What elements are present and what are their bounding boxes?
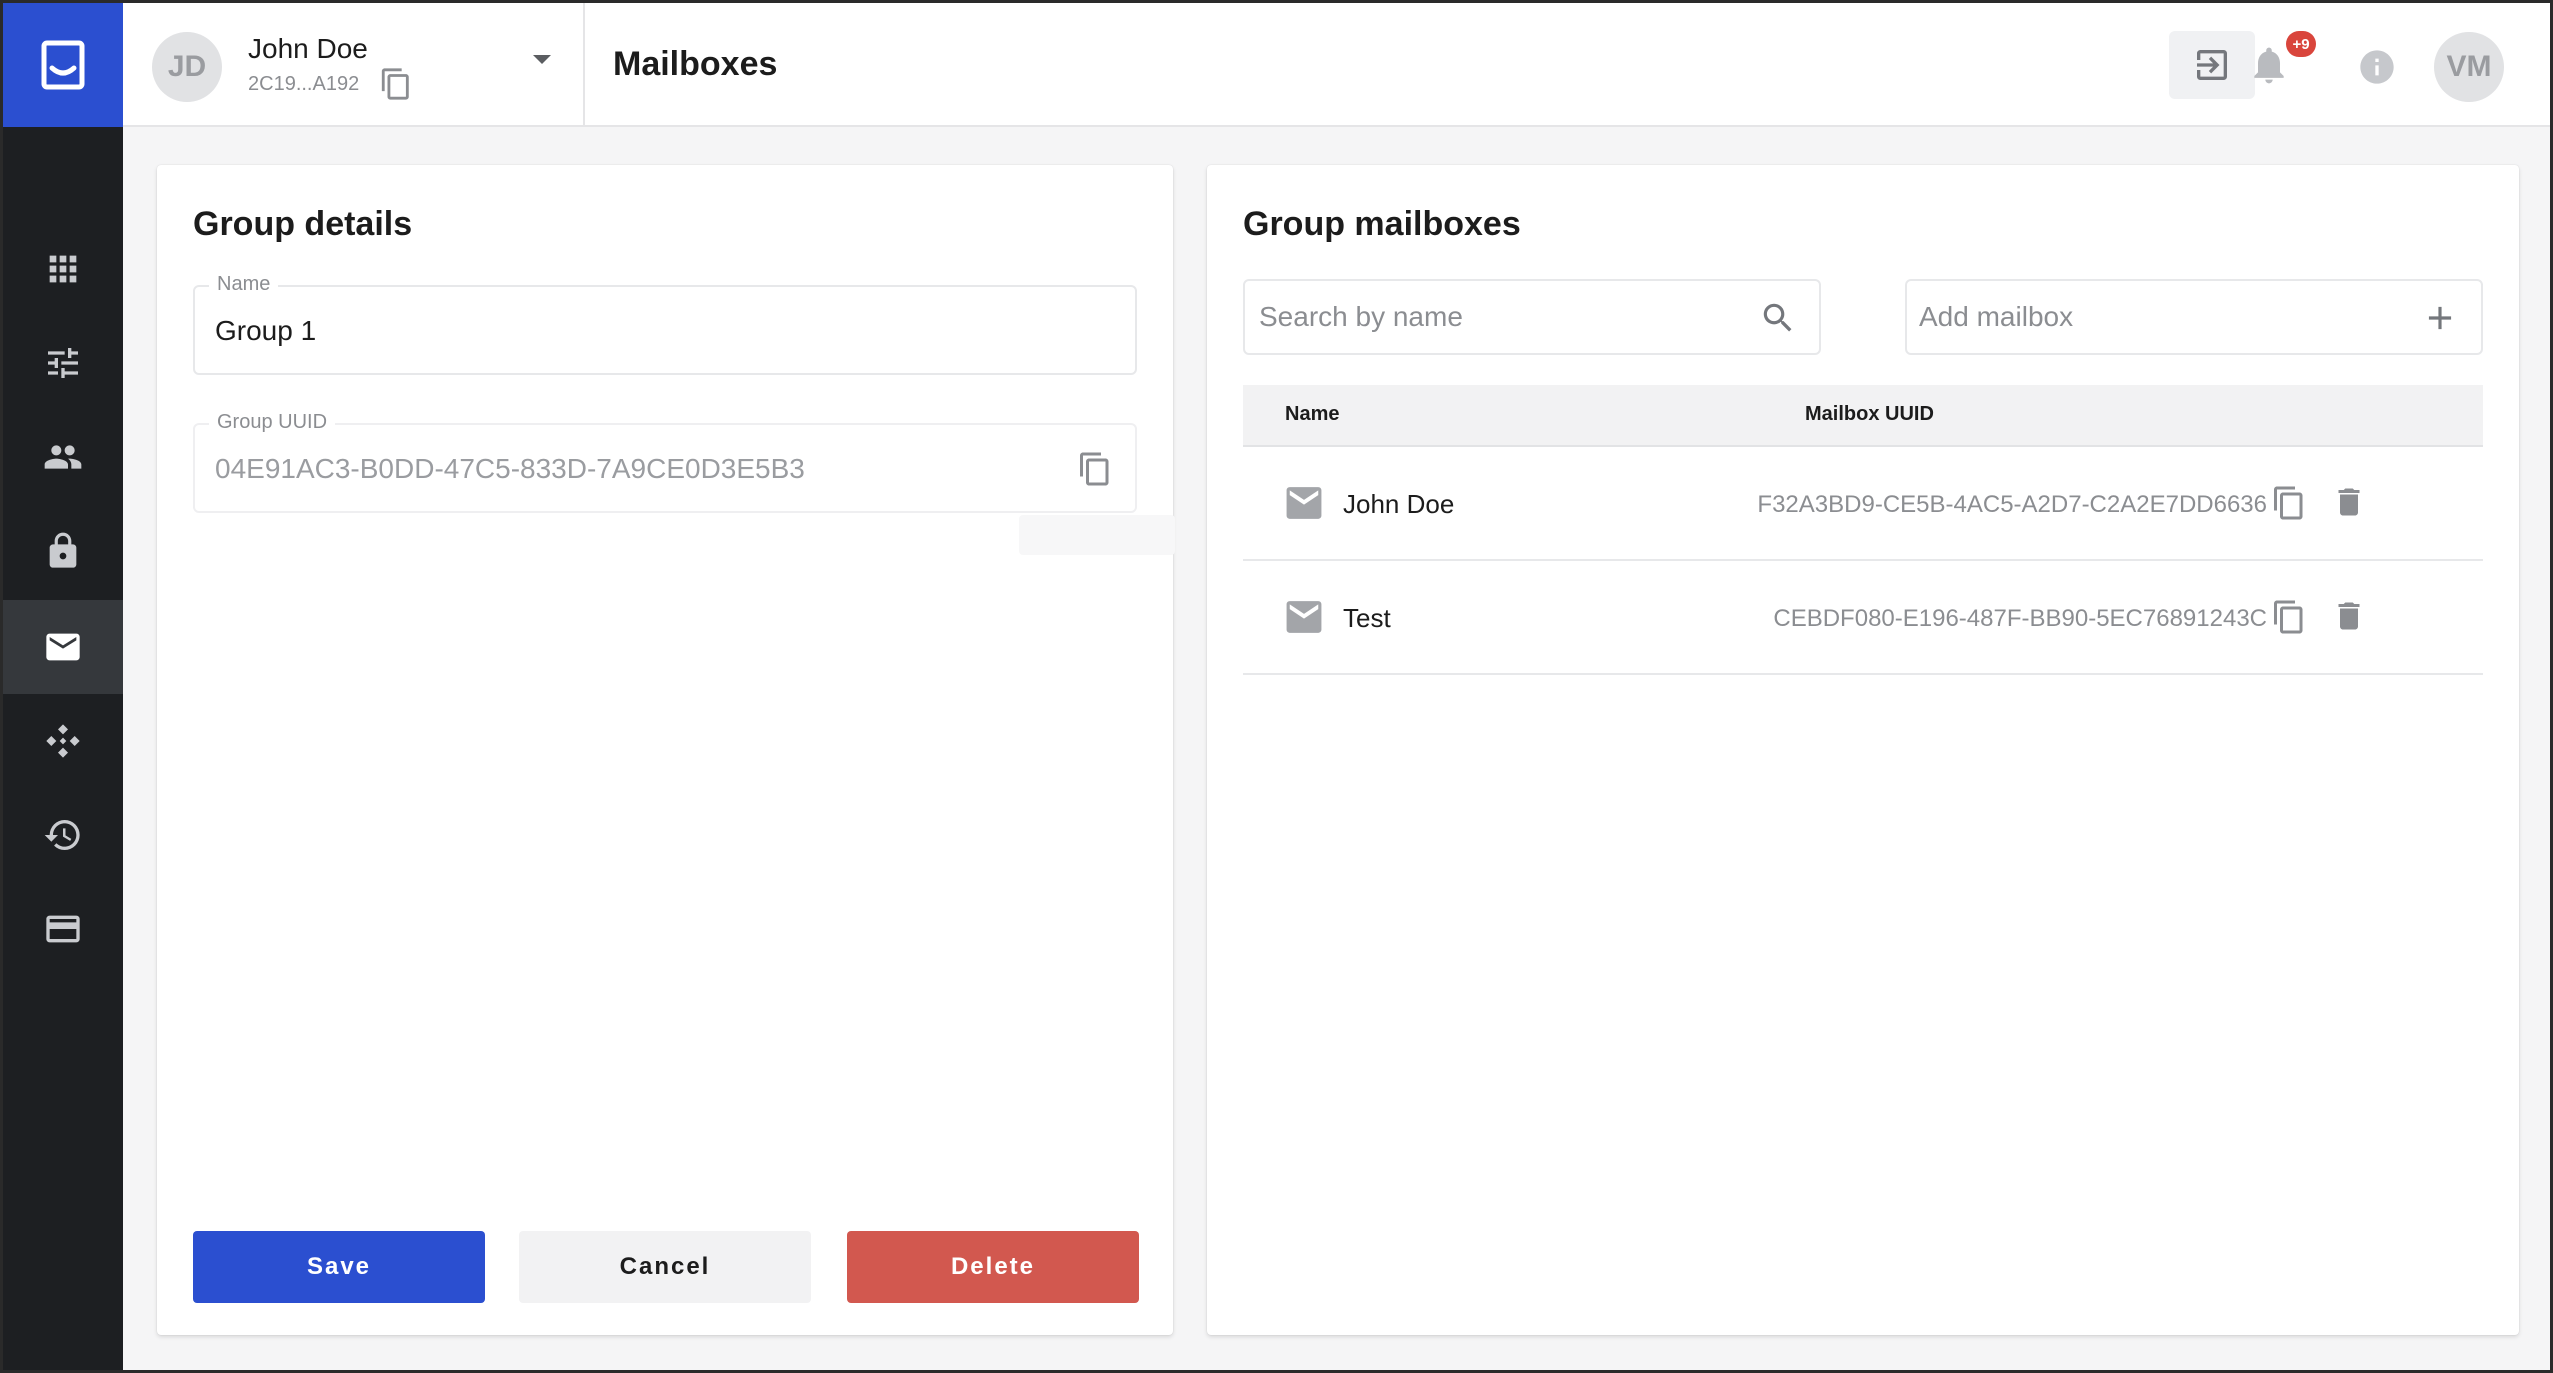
group-uuid-value: 04E91AC3-B0DD-47C5-833D-7A9CE0D3E5B3 <box>215 453 805 484</box>
table-header: Name Mailbox UUID <box>1243 385 2483 447</box>
sidebar-item-settings[interactable] <box>3 316 123 410</box>
user-avatar: JD <box>152 32 222 102</box>
trash-icon[interactable] <box>2331 597 2367 635</box>
copy-icon[interactable] <box>2271 485 2307 521</box>
chevron-down-icon[interactable] <box>533 55 551 64</box>
user-switcher[interactable]: JD John Doe 2C19...A192 <box>123 3 585 127</box>
group-details-title: Group details <box>193 205 413 243</box>
mail-icon <box>1286 487 1322 519</box>
bell-icon[interactable] <box>2247 43 2291 87</box>
user-id: 2C19...A192 <box>248 73 360 95</box>
sidebar <box>3 3 123 1370</box>
mailbox-uuid: F32A3BD9-CE5B-4AC5-A2D7-C2A2E7DD6636 <box>1757 491 2267 518</box>
app-logo[interactable] <box>3 3 123 127</box>
copy-uuid-icon[interactable] <box>1077 451 1113 487</box>
logout-button[interactable] <box>2169 31 2255 99</box>
trash-icon[interactable] <box>2331 483 2367 521</box>
table-row[interactable]: John Doe F32A3BD9-CE5B-4AC5-A2D7-C2A2E7D… <box>1243 447 2483 561</box>
group-mailboxes-title: Group mailboxes <box>1243 205 1521 243</box>
column-header-uuid[interactable]: Mailbox UUID <box>1805 403 1934 426</box>
mail-icon <box>1286 601 1322 633</box>
lock-icon <box>49 532 77 568</box>
logo-icon <box>41 40 85 90</box>
group-mailboxes-card: Group mailboxes Search by name Add mailb… <box>1207 165 2519 1335</box>
history-icon <box>44 820 80 850</box>
group-uuid-field: Group UUID 04E91AC3-B0DD-47C5-833D-7A9CE… <box>193 411 1137 513</box>
column-header-name[interactable]: Name <box>1285 403 1339 426</box>
account-avatar[interactable]: VM <box>2434 32 2504 102</box>
page-title: Mailboxes <box>613 45 778 83</box>
user-name: John Doe <box>248 33 368 64</box>
apps-grid-icon <box>49 255 77 283</box>
cancel-button[interactable]: Cancel <box>519 1231 811 1303</box>
group-name-field[interactable]: Name Group 1 <box>193 273 1137 375</box>
tooltip <box>1019 515 1175 555</box>
sidebar-item-users[interactable] <box>3 410 123 504</box>
add-mailbox-input[interactable]: Add mailbox <box>1905 279 2483 355</box>
sidebar-item-dashboard[interactable] <box>3 222 123 316</box>
search-placeholder: Search by name <box>1259 301 1463 332</box>
people-icon <box>44 445 82 469</box>
mailbox-name: John Doe <box>1343 489 1455 519</box>
workflow-icon <box>46 724 80 758</box>
copy-icon[interactable] <box>2271 599 2307 635</box>
exit-icon <box>2197 50 2227 80</box>
info-icon[interactable] <box>2357 47 2397 87</box>
sidebar-item-billing[interactable] <box>3 882 123 976</box>
notification-badge: +9 <box>2286 31 2316 57</box>
top-bar: JD John Doe 2C19...A192 Mailboxes +9 VM <box>123 3 2550 127</box>
table-row[interactable]: Test CEBDF080-E196-487F-BB90-5EC76891243… <box>1243 561 2483 675</box>
search-input[interactable]: Search by name <box>1243 279 1821 355</box>
search-icon <box>1763 303 1792 332</box>
sidebar-item-workflows[interactable] <box>3 694 123 788</box>
tune-sliders-icon <box>48 348 78 378</box>
group-name-label: Name <box>209 273 279 296</box>
sidebar-item-mailboxes[interactable] <box>3 600 123 694</box>
sidebar-item-security[interactable] <box>3 504 123 598</box>
plus-icon[interactable] <box>2421 299 2459 337</box>
sidebar-item-history[interactable] <box>3 788 123 882</box>
group-uuid-label: Group UUID <box>209 411 336 434</box>
copy-user-id-icon[interactable] <box>379 67 413 101</box>
mailbox-name: Test <box>1343 603 1391 633</box>
mailbox-uuid: CEBDF080-E196-487F-BB90-5EC76891243C <box>1773 605 2267 632</box>
group-details-card: Group details Name Group 1 Group UUID 04… <box>157 165 1175 1335</box>
mail-icon <box>46 633 80 661</box>
delete-button[interactable]: Delete <box>847 1231 1139 1303</box>
add-mailbox-placeholder: Add mailbox <box>1919 301 2074 332</box>
app-window: JD John Doe 2C19...A192 Mailboxes +9 VM … <box>0 0 2553 1373</box>
credit-card-icon <box>46 915 80 943</box>
group-name-value[interactable]: Group 1 <box>215 315 316 347</box>
save-button[interactable]: Save <box>193 1231 485 1303</box>
